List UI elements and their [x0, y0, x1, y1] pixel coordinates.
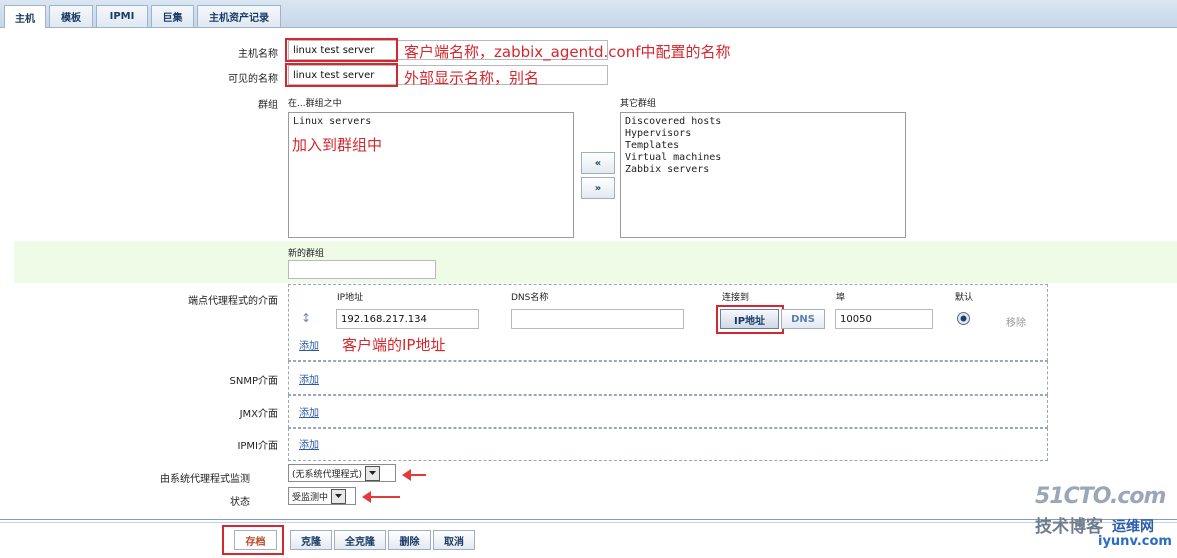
- port-input[interactable]: [835, 309, 933, 329]
- add-jmx-link[interactable]: 添加: [299, 404, 319, 419]
- new-group-row: [14, 241, 1177, 283]
- remove-link[interactable]: 移除: [1006, 314, 1026, 329]
- drag-handle-icon[interactable]: ↕: [301, 311, 311, 325]
- visible-name-annotation: 外部显示名称，别名: [404, 69, 540, 87]
- col-default-header: 默认: [955, 293, 974, 303]
- jmx-interface-panel: [288, 395, 1048, 428]
- in-groups-listbox[interactable]: Linux servers: [288, 112, 574, 238]
- list-item[interactable]: Zabbix servers: [625, 164, 901, 176]
- ip-address-input[interactable]: [336, 309, 479, 329]
- list-item[interactable]: Discovered hosts: [625, 116, 901, 128]
- col-ip-header: IP地址: [337, 293, 364, 303]
- list-item[interactable]: Templates: [625, 140, 901, 152]
- dns-name-input[interactable]: [511, 309, 684, 329]
- ipmi-interface-label: IPMI介面: [237, 441, 278, 452]
- new-group-label: 新的群组: [288, 249, 325, 259]
- other-groups-listbox[interactable]: Discovered hosts Hypervisors Templates V…: [620, 112, 906, 238]
- chevron-down-icon: [331, 488, 347, 504]
- col-connect-header: 连接到: [722, 293, 750, 303]
- groups-label: 群组: [258, 100, 278, 111]
- footer-divider: [0, 519, 1177, 520]
- add-agent-interface-link[interactable]: 添加: [299, 337, 319, 352]
- tab-host[interactable]: 主机: [4, 5, 46, 28]
- watermark-brand: 运维网: [1112, 519, 1154, 535]
- tab-ipmi[interactable]: IPMI: [96, 5, 148, 27]
- status-select-value: 受监测中: [292, 492, 329, 503]
- col-port-header: 埠: [836, 293, 846, 303]
- move-right-button[interactable]: »: [581, 177, 615, 199]
- full-clone-button[interactable]: 全克隆: [334, 530, 386, 550]
- chevron-down-icon: [365, 465, 381, 481]
- clone-button[interactable]: 克隆: [290, 530, 332, 550]
- snmp-interface-panel: [288, 361, 1048, 395]
- watermark-url: iyunv.com: [1098, 534, 1172, 549]
- agent-interface-label: 端点代理程式的介面: [188, 296, 278, 307]
- proxy-select[interactable]: (无系统代理程式): [288, 464, 396, 482]
- list-item[interactable]: Hypervisors: [625, 128, 901, 140]
- cancel-button[interactable]: 取消: [433, 530, 475, 550]
- status-select[interactable]: 受监测中: [288, 487, 356, 505]
- visible-name-highlight: [285, 63, 398, 87]
- in-groups-heading: 在...群组之中: [288, 99, 342, 109]
- tab-inventory[interactable]: 主机资产记录: [197, 5, 281, 27]
- watermark-line2: 技术博客: [1035, 517, 1103, 537]
- connect-dns-button[interactable]: DNS: [781, 309, 825, 329]
- host-name-label: 主机名称: [238, 49, 278, 60]
- footer-divider-inner: [0, 522, 1177, 523]
- visible-name-label: 可见的名称: [228, 74, 278, 85]
- move-left-button[interactable]: «: [581, 152, 615, 174]
- host-name-highlight: [285, 38, 398, 62]
- connect-ip-button[interactable]: IP地址: [720, 309, 779, 329]
- add-ipmi-link[interactable]: 添加: [299, 436, 319, 451]
- tab-templates[interactable]: 模板: [49, 5, 93, 27]
- default-radio[interactable]: [957, 312, 970, 325]
- add-snmp-link[interactable]: 添加: [299, 371, 319, 386]
- list-item[interactable]: Virtual machines: [625, 152, 901, 164]
- jmx-interface-label: JMX介面: [239, 409, 278, 420]
- proxy-label: 由系统代理程式监测: [160, 474, 250, 485]
- snmp-interface-label: SNMP介面: [229, 376, 279, 387]
- ipmi-interface-panel: [288, 428, 1048, 461]
- proxy-select-value: (无系统代理程式): [292, 469, 363, 480]
- watermark-site: 51CTO.com: [1035, 484, 1166, 509]
- other-groups-heading: 其它群组: [620, 99, 657, 109]
- col-dns-header: DNS名称: [511, 293, 549, 303]
- host-name-annotation: 客户端名称，zabbix_agentd.conf中配置的名称: [404, 43, 731, 61]
- new-group-input[interactable]: [288, 260, 436, 279]
- ip-annotation: 客户端的IP地址: [342, 336, 446, 354]
- list-item[interactable]: Linux servers: [293, 116, 569, 128]
- status-label: 状态: [230, 497, 250, 508]
- in-groups-annotation: 加入到群组中: [292, 136, 383, 154]
- status-arrow-annotation: [362, 491, 400, 503]
- tab-macros[interactable]: 巨集: [151, 5, 194, 27]
- proxy-arrow-annotation: [402, 469, 426, 481]
- save-button[interactable]: 存档: [234, 530, 277, 550]
- delete-button[interactable]: 删除: [388, 530, 431, 550]
- tab-bar: 主机 模板 IPMI 巨集 主机资产记录: [0, 0, 1177, 28]
